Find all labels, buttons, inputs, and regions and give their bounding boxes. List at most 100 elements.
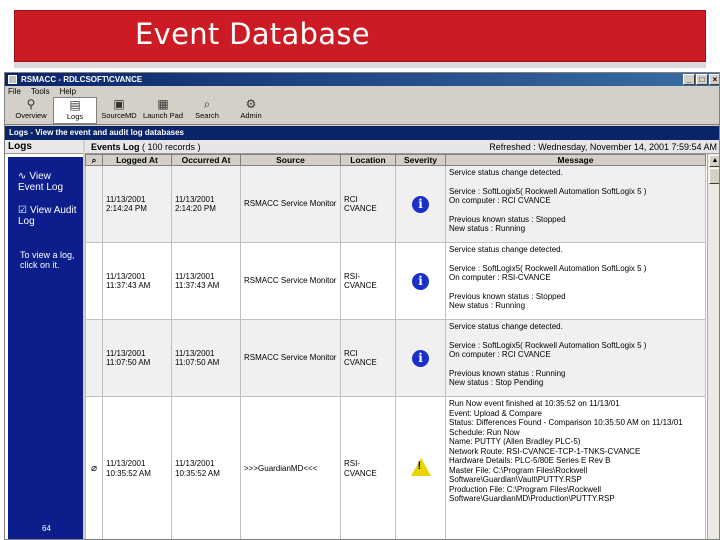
attachment-cell bbox=[85, 165, 103, 243]
severity-cell: ! bbox=[395, 396, 446, 539]
overview-button[interactable]: ⚲ Overview bbox=[9, 97, 53, 124]
column-header-severity[interactable]: Severity bbox=[395, 154, 446, 166]
minimize-icon[interactable]: _ bbox=[683, 74, 695, 85]
message-line: Service status change detected. bbox=[449, 245, 563, 254]
app-window: RSMACC - RDLCSOFT\CVANCE _ □ × File Tool… bbox=[4, 72, 720, 540]
search-label: Search bbox=[195, 111, 219, 120]
column-header-occurred-at[interactable]: Occurred At bbox=[171, 154, 241, 166]
info-icon: i bbox=[412, 272, 429, 290]
message-line: On computer : RCI CVANCE bbox=[449, 196, 551, 205]
message-line: Run Now event finished at 10:35:52 on 11… bbox=[449, 399, 620, 408]
severity-cell: i bbox=[395, 319, 446, 397]
menu-help[interactable]: Help bbox=[60, 86, 76, 97]
menu-tools[interactable]: Tools bbox=[31, 86, 50, 97]
message-line: New status : Running bbox=[449, 224, 526, 233]
menu-file[interactable]: File bbox=[8, 86, 21, 97]
slide-divider bbox=[14, 62, 706, 68]
checkbox-icon: ☑ bbox=[18, 205, 27, 216]
maximize-icon[interactable]: □ bbox=[696, 74, 708, 85]
logs-button[interactable]: ▤ Logs bbox=[53, 97, 97, 124]
table-row[interactable]: ⌀ 11/13/2001 10:35:52 AM 11/13/2001 10:3… bbox=[85, 396, 706, 539]
search-button[interactable]: ⌕ Search bbox=[185, 97, 229, 124]
slide-title: Event Database bbox=[135, 17, 370, 51]
log-header: Events Log ( 100 records ) Refreshed : W… bbox=[85, 140, 719, 154]
table-row[interactable]: 11/13/2001 2:14:24 PM 11/13/2001 2:14:20… bbox=[85, 165, 706, 243]
scroll-thumb[interactable] bbox=[709, 168, 719, 184]
message-line: Service : SoftLogix5( Rockwell Automatio… bbox=[449, 186, 647, 196]
search-icon: ⌕ bbox=[203, 97, 211, 111]
sourcemd-label: SourceMD bbox=[101, 111, 137, 120]
toolbar: ⚲ Overview ▤ Logs ▣ SourceMD ▦ Launch Pa… bbox=[5, 97, 719, 125]
log-name: Events Log bbox=[91, 142, 140, 152]
admin-label: Admin bbox=[240, 111, 262, 120]
logs-icon: ▤ bbox=[69, 98, 81, 112]
message-line: Network Route: RSI-CVANCE-TCP-1-TNKS-CVA… bbox=[449, 446, 641, 456]
scroll-up-icon[interactable]: ▲ bbox=[709, 155, 719, 167]
message-line: Master File: C:\Program Files\Rockwell bbox=[449, 465, 588, 475]
attachment-column-header[interactable]: ⌕ bbox=[85, 154, 103, 166]
app-icon bbox=[8, 75, 17, 84]
message-line: On computer : RCI CVANCE bbox=[449, 350, 551, 359]
message-line: Status: Differences Found - Comparison 1… bbox=[449, 418, 683, 427]
message-line: Service status change detected. bbox=[449, 322, 563, 331]
message-line: Software\Guardian\Vault\PUTTY.RSP bbox=[449, 475, 582, 484]
logged-at-cell: 11/13/2001 11:37:43 AM bbox=[102, 242, 172, 320]
source-cell: RSMACC Service Monitor bbox=[240, 242, 341, 320]
menu-bar: File Tools Help bbox=[5, 86, 719, 97]
occurred-at-cell: 11/13/2001 11:07:50 AM bbox=[171, 319, 241, 397]
vertical-scrollbar[interactable]: ▲ bbox=[707, 154, 719, 539]
column-header-source[interactable]: Source bbox=[240, 154, 341, 166]
message-cell: Service status change detected. Service … bbox=[445, 319, 706, 397]
close-icon[interactable]: × bbox=[709, 74, 719, 85]
window-title: RSMACC - RDLCSOFT\CVANCE bbox=[21, 75, 143, 84]
occurred-at-cell: 11/13/2001 11:37:43 AM bbox=[171, 242, 241, 320]
message-line: Name: PUTTY (Allen Bradley PLC-5) bbox=[449, 437, 581, 446]
message-cell: Service status change detected. Service … bbox=[445, 242, 706, 320]
paperclip-icon[interactable]: ⌀ bbox=[91, 463, 97, 474]
message-cell: Run Now event finished at 10:35:52 on 11… bbox=[445, 396, 706, 539]
column-header-location[interactable]: Location bbox=[340, 154, 396, 166]
view-event-log-link[interactable]: ∿ View Event Log bbox=[18, 171, 78, 193]
source-cell: RSMACC Service Monitor bbox=[240, 165, 341, 243]
table-row[interactable]: 11/13/2001 11:07:50 AM 11/13/2001 11:07:… bbox=[85, 319, 706, 397]
severity-cell: i bbox=[395, 165, 446, 243]
message-line: Service status change detected. bbox=[449, 168, 563, 177]
sidebar-heading: Logs bbox=[5, 140, 83, 154]
message-line: Event: Upload & Compare bbox=[449, 408, 542, 418]
sidebar-panel: ∿ View Event Log ☑ View Audit Log To view … bbox=[8, 157, 83, 539]
attachment-cell bbox=[85, 319, 103, 397]
sourcemd-icon: ▣ bbox=[113, 97, 125, 111]
view-audit-log-link[interactable]: ☑ View Audit Log bbox=[18, 205, 78, 227]
logged-at-cell: 11/13/2001 10:35:52 AM bbox=[102, 396, 172, 539]
message-line: Previous known status : Running bbox=[449, 368, 566, 378]
source-cell: RSMACC Service Monitor bbox=[240, 319, 341, 397]
location-cell: RCI CVANCE bbox=[340, 319, 396, 397]
message-line: Schedule: Run Now bbox=[449, 427, 520, 437]
pulse-icon: ∿ bbox=[18, 171, 27, 182]
admin-button[interactable]: ⚙ Admin bbox=[229, 97, 273, 124]
location-cell: RCI CVANCE bbox=[340, 165, 396, 243]
launchpad-icon: ▦ bbox=[157, 97, 169, 111]
sourcemd-button[interactable]: ▣ SourceMD bbox=[97, 97, 141, 124]
message-line: New status : Running bbox=[449, 301, 526, 310]
column-header-logged-at[interactable]: Logged At bbox=[102, 154, 172, 166]
window-controls: _ □ × bbox=[683, 74, 719, 85]
severity-cell: i bbox=[395, 242, 446, 320]
message-line: Hardware Details: PLC-5/80E Series E Rev… bbox=[449, 456, 611, 465]
window-titlebar[interactable]: RSMACC - RDLCSOFT\CVANCE _ □ × bbox=[5, 73, 719, 86]
message-line: Software\GuardianMD\Production\PUTTY.RSP bbox=[449, 494, 615, 503]
message-line: Production File: C:\Program Files\Rockwe… bbox=[449, 484, 602, 494]
message-line: Previous known status : Stopped bbox=[449, 214, 566, 224]
warning-icon: ! bbox=[410, 458, 431, 477]
occurred-at-cell: 11/13/2001 10:35:52 AM bbox=[171, 396, 241, 539]
log-panel: Events Log ( 100 records ) Refreshed : W… bbox=[85, 140, 719, 539]
location-cell: RSI-CVANCE bbox=[340, 242, 396, 320]
info-icon: i bbox=[412, 349, 429, 367]
column-header-message[interactable]: Message bbox=[445, 154, 706, 166]
table-row[interactable]: 11/13/2001 11:37:43 AM 11/13/2001 11:37:… bbox=[85, 242, 706, 320]
sidebar: Logs ∿ View Event Log ☑ View Audit Log To … bbox=[5, 140, 83, 539]
launchpad-button[interactable]: ▦ Launch Pad bbox=[141, 97, 185, 124]
